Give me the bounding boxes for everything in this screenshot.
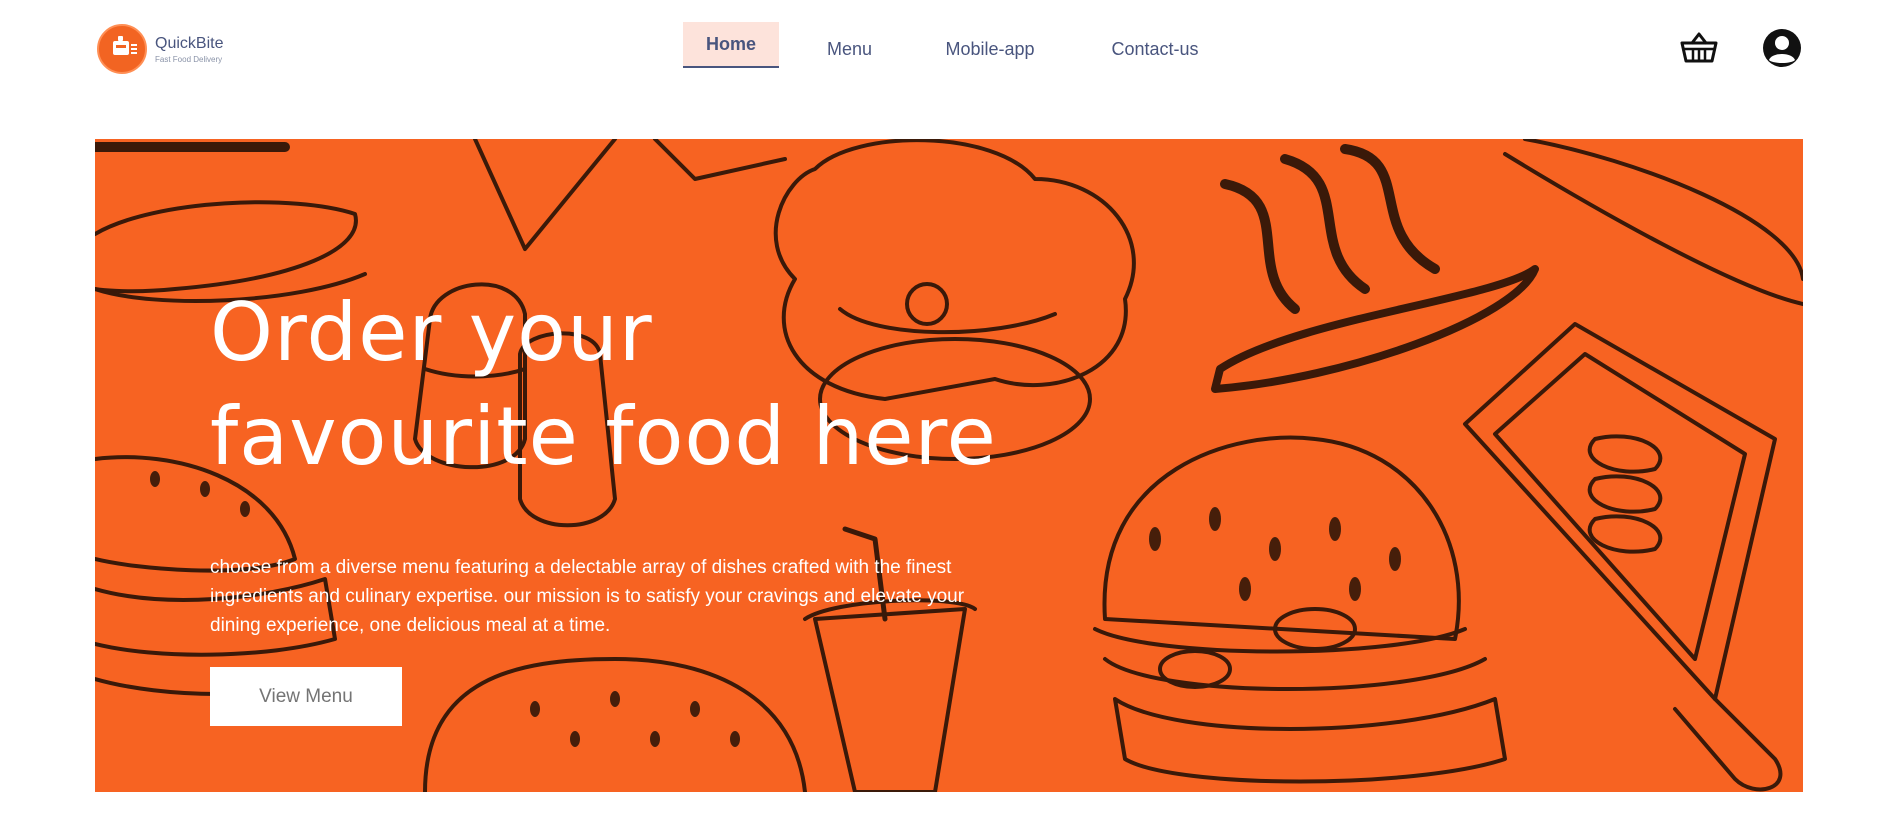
hero-description: choose from a diverse menu featuring a d… [210,553,1050,640]
view-menu-button[interactable]: View Menu [210,667,402,726]
hero-title-line1: Order your [210,286,653,379]
nav-contact-us[interactable]: Contact-us [1100,26,1210,72]
hero-title-line2: favourite food here [210,390,997,483]
logo-icon [97,24,147,74]
brand-tagline: Fast Food Delivery [155,54,223,64]
brand-name: QuickBite [155,34,224,52]
hero-banner: Order your favourite food here choose fr… [95,139,1803,792]
profile-icon[interactable] [1762,28,1802,68]
nav-menu[interactable]: Menu [812,26,887,72]
basket-icon[interactable] [1679,28,1719,68]
logo-text: QuickBite Fast Food Delivery [155,35,223,64]
hero-description-line3: dining experience, one delicious meal at… [210,615,611,636]
hero-description-line1: choose from a diverse menu featuring a d… [210,557,952,578]
logo[interactable]: QuickBite Fast Food Delivery [97,24,223,74]
navbar: QuickBite Fast Food Delivery Home Menu M… [0,0,1878,100]
nav-mobile-app[interactable]: Mobile-app [930,26,1050,72]
nav-home[interactable]: Home [683,22,779,68]
hero-description-line2: ingredients and culinary expertise. our … [210,586,965,607]
hero-title: Order your favourite food here [210,281,1110,489]
